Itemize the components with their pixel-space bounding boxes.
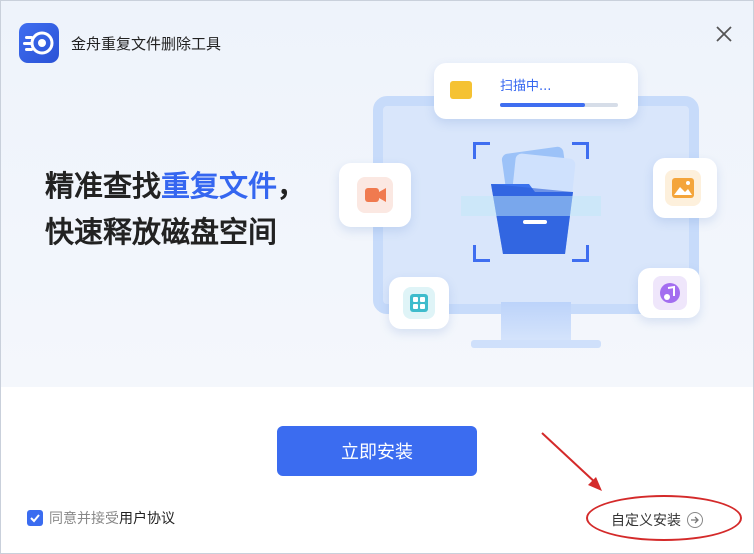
check-icon bbox=[30, 514, 40, 523]
folder-icon bbox=[450, 81, 472, 99]
app-title: 金舟重复文件删除工具 bbox=[71, 35, 222, 53]
headline-line-1: 精准查找重复文件， bbox=[45, 163, 306, 209]
close-button[interactable] bbox=[711, 21, 737, 47]
illustration: 扫描中... bbox=[331, 56, 731, 356]
annotation-highlight-ellipse bbox=[586, 495, 742, 541]
scan-progress-fill bbox=[500, 103, 585, 107]
image-icon bbox=[665, 170, 701, 206]
annotation-arrow bbox=[541, 432, 602, 491]
apps-icon bbox=[403, 287, 435, 319]
open-folder-illustration bbox=[461, 136, 601, 266]
agreement-row: 同意并接受 用户协议 bbox=[27, 508, 175, 528]
music-icon bbox=[653, 276, 687, 310]
scan-progress-bar bbox=[500, 103, 618, 107]
headline-highlight: 重复文件 bbox=[161, 169, 278, 203]
headline-line-2: 快速释放磁盘空间 bbox=[45, 215, 278, 249]
apps-file-card bbox=[389, 277, 449, 329]
install-now-button[interactable]: 立即安装 bbox=[277, 426, 477, 476]
agree-checkbox[interactable] bbox=[27, 510, 43, 526]
installer-window: 金舟重复文件删除工具 精准查找重复文件， 快速释放磁盘空间 扫描中... 立即安… bbox=[0, 0, 754, 554]
scan-status-card: 扫描中... bbox=[434, 63, 638, 119]
headline-suffix: ， bbox=[277, 169, 307, 203]
user-agreement-link[interactable]: 用户协议 bbox=[119, 508, 175, 528]
headline-prefix: 精准查找 bbox=[45, 169, 162, 203]
image-file-card bbox=[653, 158, 717, 218]
music-file-card bbox=[638, 268, 700, 318]
agree-text: 同意并接受 bbox=[49, 511, 119, 527]
app-logo-icon bbox=[19, 23, 59, 63]
scan-status-text: 扫描中... bbox=[500, 79, 552, 94]
headline: 精准查找重复文件， 快速释放磁盘空间 bbox=[45, 163, 306, 255]
close-icon bbox=[716, 26, 732, 42]
monitor-stand-base bbox=[471, 340, 601, 348]
video-file-card bbox=[339, 163, 411, 227]
video-icon bbox=[357, 177, 393, 213]
monitor-stand bbox=[501, 302, 571, 344]
